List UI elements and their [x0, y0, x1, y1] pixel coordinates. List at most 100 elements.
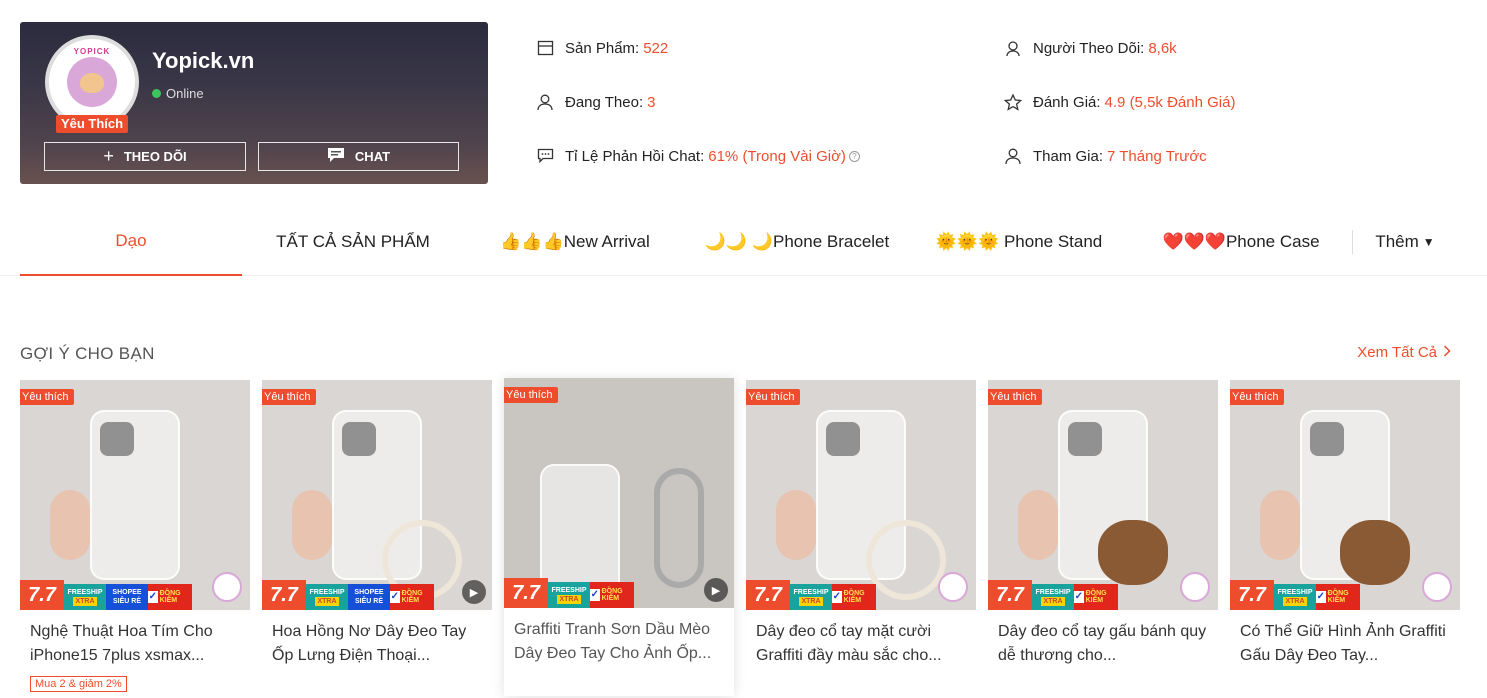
check-icon: ✓: [1316, 591, 1326, 603]
product-image: Yêu thích 7.7 FREESHIP XTRA SHOPEE SIÊU RẺ…: [262, 380, 492, 610]
product-card[interactable]: Yêu thích 7.7 FREESHIP XTRA ✓ ĐỒNG KIỂM Có…: [1230, 380, 1460, 698]
check-icon: ✓: [832, 591, 842, 603]
product-name: Nghệ Thuật Hoa Tím Cho iPhone15 7plus xs…: [30, 623, 213, 664]
freeship-text: FREESHIP: [309, 589, 345, 596]
shopee-text: SHOPEE: [112, 589, 142, 596]
brand-logo-icon: [1180, 572, 1210, 602]
hand-image: [1260, 490, 1300, 560]
help-icon[interactable]: ?: [848, 150, 860, 162]
chevron-right-icon: [1443, 344, 1451, 361]
product-name: Dây đeo cổ tay mặt cười Graffiti đầy màu…: [756, 623, 942, 664]
chat-bubble-icon: [327, 147, 345, 166]
sale-77-badge: 7.7: [504, 578, 548, 608]
xtra-text: XTRA: [1283, 597, 1307, 606]
dong-kiem-badge: ✓ ĐỒNG KIỂM: [590, 582, 634, 608]
product-card[interactable]: Yêu thích 7.7 FREESHIP XTRA SHOPEE SIÊU RẺ…: [262, 380, 492, 698]
favorite-badge: Yêu thích: [746, 389, 801, 405]
favorite-badge: Yêu thích: [262, 389, 317, 405]
online-dot-icon: [152, 89, 161, 98]
sieu-re-text: SIÊU RẺ: [112, 598, 141, 605]
store-icon: [536, 39, 554, 57]
sieu-re-badge: SHOPEE SIÊU RẺ: [106, 584, 148, 610]
favorite-badge: Yêu thích: [1230, 389, 1285, 405]
xtra-text: XTRA: [1041, 597, 1065, 606]
plush-bear-image: [1340, 520, 1410, 585]
stat-following-label: Đang Theo:: [565, 93, 644, 111]
freeship-badge: FREESHIP XTRA: [64, 584, 106, 610]
tab-phone-case[interactable]: ❤️❤️❤️Phone Case: [1130, 208, 1352, 276]
stat-chat-rate-label: Tỉ Lệ Phản Hồi Chat:: [565, 147, 705, 165]
sale-77-badge: 7.7: [746, 580, 790, 610]
dong-kiem-badge: ✓ ĐỒNG KIỂM: [390, 584, 434, 610]
online-status: Online: [152, 86, 204, 101]
stat-followers-label: Người Theo Dõi:: [1033, 39, 1145, 57]
sale-77-badge: 7.7: [1230, 580, 1274, 610]
freeship-text: FREESHIP: [67, 589, 103, 596]
favorite-badge: Yêu thích: [988, 389, 1043, 405]
stat-following-value: 3: [647, 93, 656, 111]
user-icon: [1004, 147, 1022, 165]
xtra-text: XTRA: [73, 597, 97, 606]
see-all-link[interactable]: Xem Tất Cả: [1357, 344, 1451, 361]
caret-down-icon: ▼: [1422, 235, 1435, 249]
check-icon: ✓: [148, 591, 158, 603]
chat-label: CHAT: [354, 149, 391, 164]
product-card[interactable]: Yêu thích 7.7 FREESHIP XTRA SHOPEE SIÊU RẺ…: [20, 380, 250, 698]
dong-kiem-text: ĐỒNG KIỂM: [159, 590, 181, 604]
hand-image: [776, 490, 816, 560]
play-video-icon[interactable]: ▶: [704, 578, 728, 602]
logo-text: YOPICK: [73, 47, 111, 56]
stat-joined: Tham Gia: 7 Tháng Trước: [1004, 147, 1207, 165]
camera-image: [826, 422, 860, 456]
product-image: Yêu thích 7.7 FREESHIP XTRA ✓ ĐỒNG KIỂM: [746, 380, 976, 610]
stat-chat-rate: Tỉ Lệ Phản Hồi Chat: 61% (Trong Vài Giờ)…: [536, 147, 860, 165]
tab-all-products[interactable]: TẤT CẢ SẢN PHẨM: [242, 208, 464, 276]
product-image: Yêu thích 7.7 FREESHIP XTRA ✓ ĐỒNG KIỂM: [1230, 380, 1460, 610]
favorite-badge: Yêu thích: [20, 389, 75, 405]
stat-followers-value: 8,6k: [1148, 39, 1177, 57]
brand-logo-icon: [1422, 572, 1452, 602]
tab-new-arrival[interactable]: 👍👍👍New Arrival: [464, 208, 686, 276]
freeship-badge: FREESHIP XTRA: [306, 584, 348, 610]
product-name: Dây đeo cổ tay gấu bánh quy dễ thương ch…: [998, 623, 1207, 664]
sale-77-badge: 7.7: [262, 580, 306, 610]
camera-image: [342, 422, 376, 456]
dong-kiem-badge: ✓ ĐỒNG KIỂM: [1074, 584, 1118, 610]
see-all-label: Xem Tất Cả: [1357, 344, 1437, 361]
shop-tabs: Dạo TẤT CẢ SẢN PHẨM 👍👍👍New Arrival 🌙🌙 🌙P…: [0, 208, 1487, 276]
dong-kiem-text: ĐỒNG KIỂM: [1085, 590, 1107, 604]
follow-button[interactable]: + THEO DÕI: [44, 142, 246, 171]
promo-strip: 7.7 FREESHIP XTRA ✓ ĐỒNG KIỂM: [504, 578, 734, 608]
tab-phone-bracelet[interactable]: 🌙🌙 🌙Phone Bracelet: [686, 208, 908, 276]
followers-icon: [1004, 39, 1022, 57]
freeship-text: FREESHIP: [1035, 589, 1071, 596]
stat-rating-value: 4.9 (5,5k Đánh Giá): [1104, 93, 1236, 111]
sale-77-badge: 7.7: [20, 580, 64, 610]
tab-dao[interactable]: Dạo: [20, 208, 242, 276]
xtra-text: XTRA: [315, 597, 339, 606]
xtra-text: XTRA: [557, 595, 581, 604]
tab-more[interactable]: Thêm ▼: [1360, 208, 1450, 276]
stat-joined-value: 7 Tháng Trước: [1107, 147, 1207, 165]
check-icon: ✓: [390, 591, 400, 603]
product-name: Có Thể Giữ Hình Ảnh Graffiti Gấu Dây Đeo…: [1240, 623, 1446, 664]
product-card[interactable]: Yêu thích 7.7 FREESHIP XTRA ✓ ĐỒNG KIỂM Dâ…: [746, 380, 976, 698]
sale-77-badge: 7.7: [988, 580, 1032, 610]
chat-button[interactable]: CHAT: [258, 142, 459, 171]
sieu-re-text: SIÊU RẺ: [354, 598, 383, 605]
stat-rating-label: Đánh Giá:: [1033, 93, 1101, 111]
freeship-text: FREESHIP: [793, 589, 829, 596]
tab-phone-stand[interactable]: 🌞🌞🌞 Phone Stand: [908, 208, 1130, 276]
stat-chat-rate-value: 61% (Trong Vài Giờ): [708, 147, 846, 165]
stat-products: Sản Phẩm: 522: [536, 39, 668, 57]
product-card[interactable]: Yêu thích 7.7 FREESHIP XTRA ✓ ĐỒNG KIỂM ▶ …: [504, 378, 734, 696]
brand-logo-icon: [212, 572, 242, 602]
preferred-badge: Yêu Thích: [56, 115, 128, 133]
play-video-icon[interactable]: ▶: [462, 580, 486, 604]
product-card[interactable]: Yêu thích 7.7 FREESHIP XTRA ✓ ĐỒNG KIỂM Dâ…: [988, 380, 1218, 698]
stat-followers: Người Theo Dõi: 8,6k: [1004, 39, 1177, 57]
hand-image: [50, 490, 90, 560]
hand-image: [1018, 490, 1058, 560]
online-label: Online: [166, 86, 204, 101]
freeship-text: FREESHIP: [1277, 589, 1313, 596]
